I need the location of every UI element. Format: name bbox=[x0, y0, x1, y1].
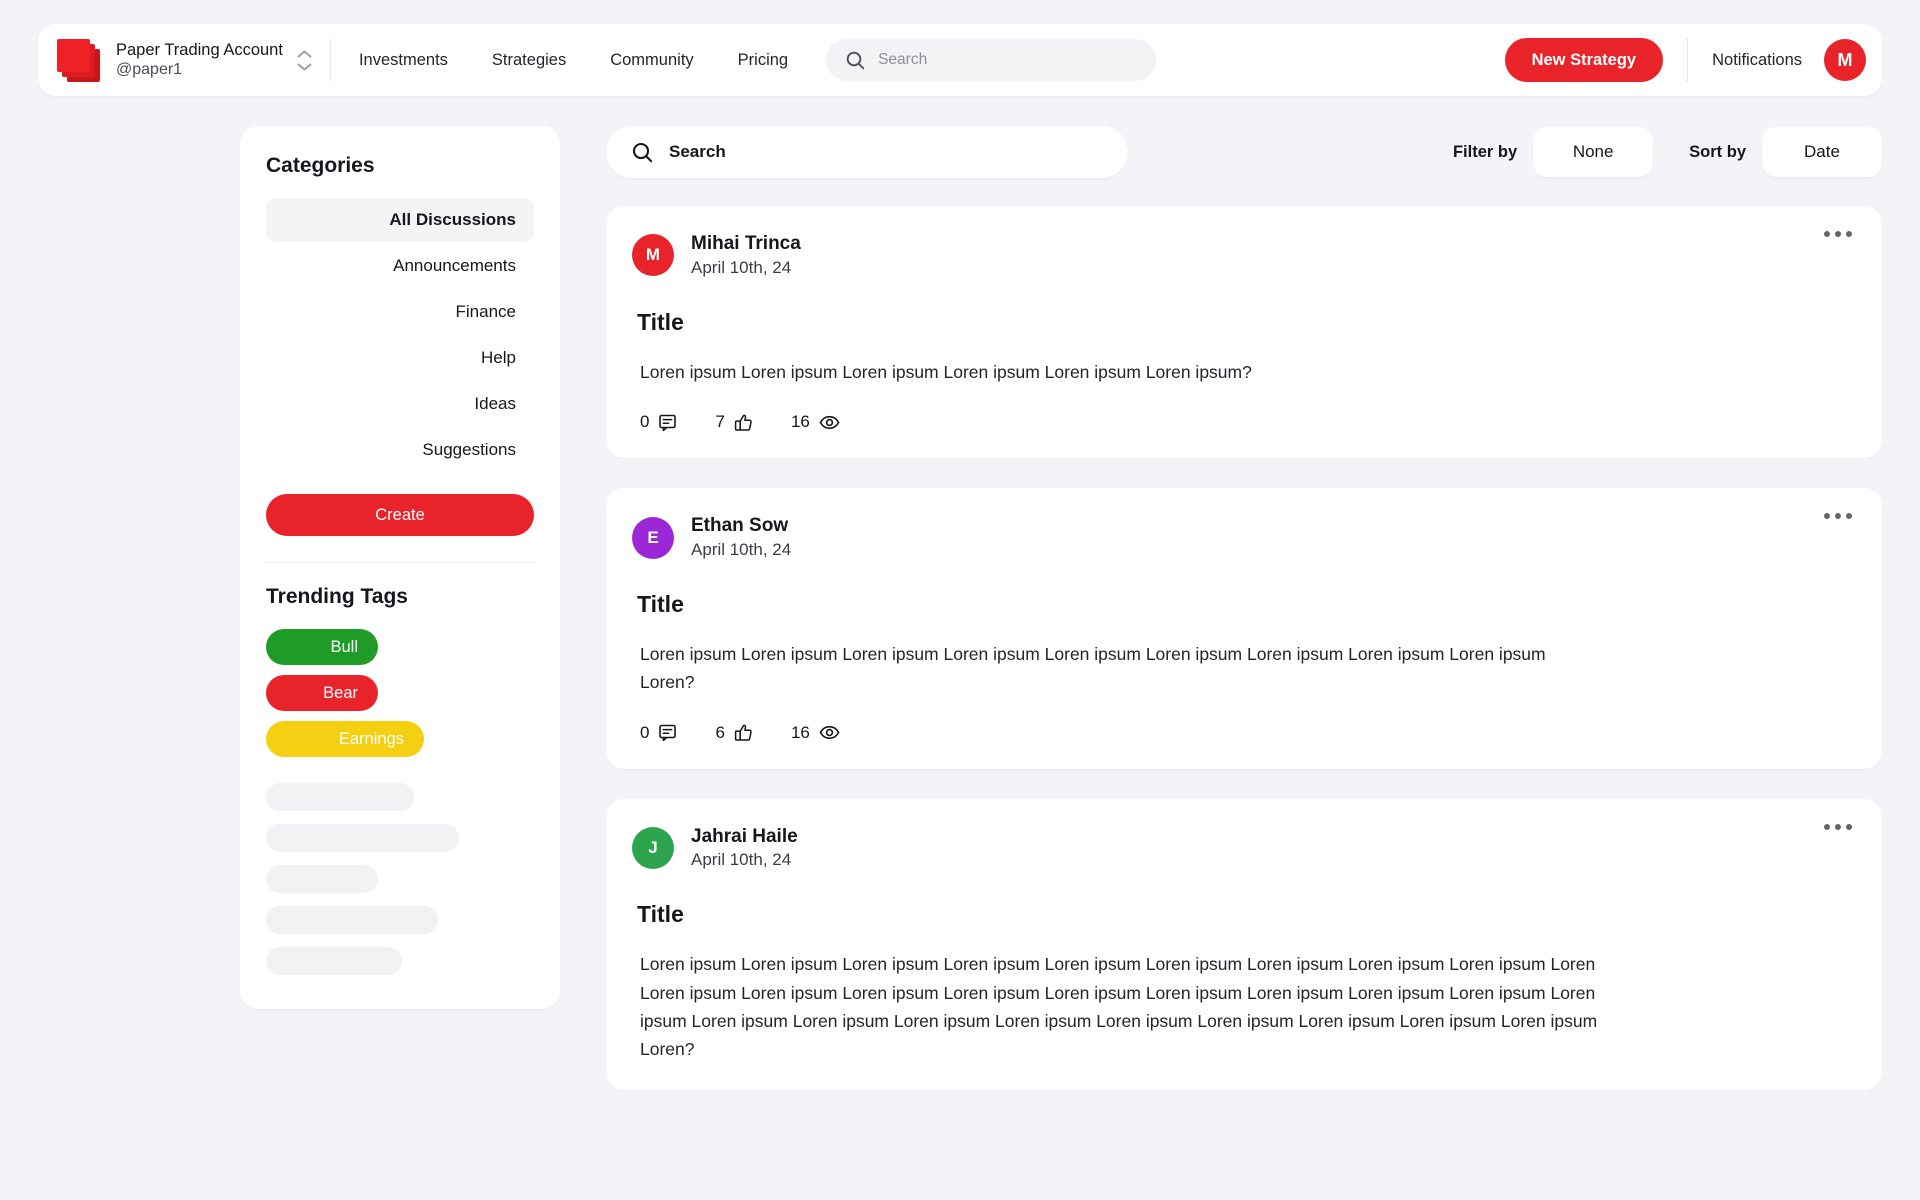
header-search-input[interactable]: Search bbox=[826, 39, 1157, 81]
tag-placeholder bbox=[266, 783, 414, 811]
post-date: April 10th, 24 bbox=[691, 850, 792, 870]
like-count-value: 6 bbox=[715, 722, 725, 742]
sidebar-item-announcements[interactable]: Announcements bbox=[266, 244, 534, 288]
tag-bear[interactable]: Bear bbox=[266, 675, 378, 711]
chevron-up-down-icon[interactable] bbox=[297, 50, 312, 71]
trending-tags-list: Bull Bear Earnings bbox=[266, 629, 534, 757]
post-body: Loren ipsum Loren ipsum Loren ipsum Lore… bbox=[640, 361, 1252, 382]
comment-icon bbox=[658, 413, 677, 432]
eye-icon bbox=[819, 413, 840, 432]
avatar[interactable]: E bbox=[632, 516, 674, 559]
sidebar-divider bbox=[266, 562, 534, 563]
search-icon bbox=[632, 142, 653, 163]
post-body: Loren ipsum Loren ipsum Loren ipsum Lore… bbox=[640, 643, 1546, 693]
page-body: Categories All Discussions Announcements… bbox=[0, 96, 1920, 1090]
view-count-value: 16 bbox=[790, 722, 810, 742]
comment-count[interactable]: 0 bbox=[640, 412, 677, 432]
post-author-row: M Mihai Trinca April 10th, 24 bbox=[632, 232, 1852, 279]
search-input[interactable]: Search bbox=[606, 126, 1128, 178]
search-placeholder: Search bbox=[669, 142, 726, 161]
post-card: J Jahrai Haile April 10th, 24 Title Lore… bbox=[606, 798, 1882, 1090]
sidebar-item-suggestions[interactable]: Suggestions bbox=[266, 428, 534, 472]
create-button[interactable]: Create bbox=[266, 494, 534, 536]
feed-toolbar: Search Filter by None Sort by Date bbox=[606, 126, 1882, 178]
notifications-link[interactable]: Notifications bbox=[1712, 51, 1802, 70]
nav-item-community[interactable]: Community bbox=[610, 51, 693, 70]
more-options-icon[interactable] bbox=[1824, 823, 1852, 830]
app-header: Paper Trading Account @paper1 Investment… bbox=[38, 24, 1882, 96]
post-stats: 0 7 16 bbox=[640, 412, 1852, 432]
avatar[interactable]: M bbox=[1824, 39, 1866, 81]
comment-count[interactable]: 0 bbox=[640, 723, 677, 743]
header-actions: New Strategy Notifications M bbox=[1504, 38, 1866, 82]
post-body: Loren ipsum Loren ipsum Loren ipsum Lore… bbox=[640, 954, 1598, 1060]
filter-by-label: Filter by bbox=[1452, 142, 1518, 161]
like-count[interactable]: 7 bbox=[715, 412, 752, 432]
post-author-row: J Jahrai Haile April 10th, 24 bbox=[632, 825, 1852, 872]
post-date: April 10th, 24 bbox=[691, 539, 792, 559]
categories-list: All Discussions Announcements Finance He… bbox=[266, 198, 534, 472]
tag-earnings[interactable]: Earnings bbox=[266, 721, 424, 757]
post-title: Title bbox=[637, 590, 684, 617]
account-switcher[interactable]: Paper Trading Account @paper1 bbox=[116, 38, 331, 82]
search-icon bbox=[846, 51, 865, 70]
like-count[interactable]: 6 bbox=[715, 723, 752, 743]
more-options-icon[interactable] bbox=[1824, 231, 1852, 237]
nav-item-investments[interactable]: Investments bbox=[359, 51, 448, 70]
avatar[interactable]: J bbox=[632, 826, 674, 869]
thumbs-up-icon bbox=[734, 413, 753, 432]
view-count-value: 16 bbox=[790, 412, 810, 432]
post-stats: 0 6 16 bbox=[640, 723, 1852, 743]
sort-by-select[interactable]: Date bbox=[1762, 127, 1882, 177]
filter-by-select[interactable]: None bbox=[1533, 127, 1654, 177]
post-card: E Ethan Sow April 10th, 24 Title Loren i… bbox=[606, 488, 1882, 769]
view-count[interactable]: 16 bbox=[791, 412, 840, 432]
new-strategy-button[interactable]: New Strategy bbox=[1504, 38, 1664, 82]
post-author-row: E Ethan Sow April 10th, 24 bbox=[632, 514, 1852, 561]
comment-icon bbox=[658, 723, 677, 742]
nav-item-pricing[interactable]: Pricing bbox=[738, 51, 788, 70]
like-count-value: 7 bbox=[715, 412, 725, 432]
post-title: Title bbox=[637, 901, 684, 928]
eye-icon bbox=[819, 723, 840, 742]
sidebar-item-ideas[interactable]: Ideas bbox=[266, 382, 534, 426]
tag-placeholder bbox=[266, 906, 438, 934]
post-date: April 10th, 24 bbox=[691, 257, 792, 277]
account-name: Paper Trading Account bbox=[116, 40, 283, 59]
feed-filters: Filter by None Sort by Date bbox=[1453, 127, 1882, 177]
tag-placeholder bbox=[266, 865, 378, 893]
sidebar-item-help[interactable]: Help bbox=[266, 336, 534, 380]
header-search-placeholder: Search bbox=[878, 51, 928, 68]
tag-bull[interactable]: Bull bbox=[266, 629, 378, 665]
trending-tags-title: Trending Tags bbox=[266, 585, 408, 608]
sidebar-item-finance[interactable]: Finance bbox=[266, 290, 534, 334]
post-author-name: Jahrai Haile bbox=[691, 825, 798, 847]
categories-title: Categories bbox=[266, 154, 375, 177]
sidebar-item-all-discussions[interactable]: All Discussions bbox=[266, 198, 534, 242]
post-list: M Mihai Trinca April 10th, 24 Title Lore… bbox=[606, 206, 1882, 1090]
view-count[interactable]: 16 bbox=[791, 723, 840, 743]
comment-count-value: 0 bbox=[640, 722, 650, 742]
tag-placeholder bbox=[266, 824, 459, 852]
main-nav: Investments Strategies Community Pricing bbox=[359, 51, 788, 70]
app-logo-icon[interactable] bbox=[56, 38, 100, 82]
post-author-name: Ethan Sow bbox=[691, 515, 789, 537]
tag-placeholder bbox=[266, 947, 402, 975]
avatar[interactable]: M bbox=[632, 234, 674, 277]
header-region: Paper Trading Account @paper1 Investment… bbox=[0, 0, 1920, 96]
sort-by-label: Sort by bbox=[1689, 142, 1746, 161]
header-divider bbox=[1687, 38, 1689, 82]
tag-placeholder-list bbox=[266, 783, 534, 975]
account-handle: @paper1 bbox=[116, 61, 183, 79]
thumbs-up-icon bbox=[734, 723, 753, 742]
post-title: Title bbox=[637, 308, 684, 335]
discussion-feed: Search Filter by None Sort by Date M Mih… bbox=[606, 126, 1882, 1090]
post-card: M Mihai Trinca April 10th, 24 Title Lore… bbox=[606, 206, 1882, 459]
more-options-icon[interactable] bbox=[1824, 513, 1852, 520]
sidebar: Categories All Discussions Announcements… bbox=[240, 126, 560, 1009]
comment-count-value: 0 bbox=[640, 412, 650, 432]
nav-item-strategies[interactable]: Strategies bbox=[492, 51, 566, 70]
post-author-name: Mihai Trinca bbox=[691, 233, 801, 254]
